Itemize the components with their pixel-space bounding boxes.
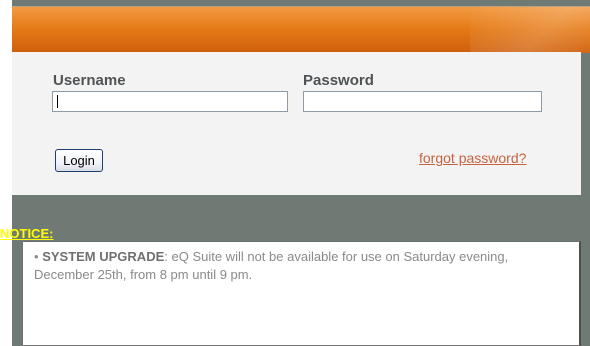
notice-box: • SYSTEM UPGRADE: eQ Suite will not be a… — [22, 241, 581, 346]
username-label: Username — [53, 72, 126, 89]
forgot-password-link[interactable]: forgot password? — [419, 150, 526, 166]
password-input[interactable] — [303, 91, 542, 112]
header-highlight — [470, 7, 590, 53]
login-button[interactable]: Login — [55, 149, 103, 172]
notice-title: SYSTEM UPGRADE — [42, 249, 165, 264]
header-banner — [12, 6, 590, 53]
username-input[interactable] — [52, 91, 288, 112]
login-panel: Username Password Login forgot password? — [12, 52, 581, 195]
bullet-icon: • — [34, 249, 39, 264]
text-cursor — [57, 95, 58, 108]
notice-message: • SYSTEM UPGRADE: eQ Suite will not be a… — [34, 248, 570, 284]
password-label: Password — [303, 72, 374, 89]
notice-heading: NOTICE: — [0, 226, 54, 241]
